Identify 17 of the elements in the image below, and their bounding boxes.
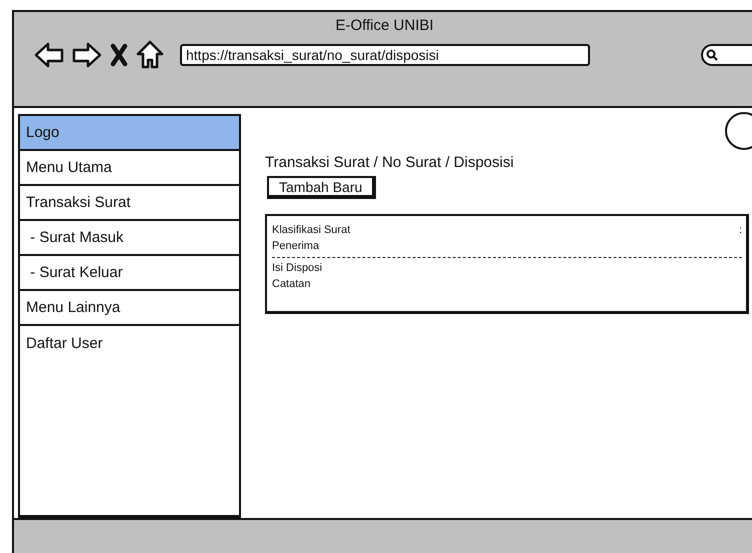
add-button[interactable]: Tambah Baru [267,176,376,199]
back-icon[interactable] [34,40,64,68]
field-label: Isi Disposi [272,262,322,274]
field-label: Klasifikasi Surat [272,224,350,236]
close-icon[interactable] [110,42,128,68]
window-title: E-Office UNIBI [335,17,434,34]
home-icon[interactable] [136,40,164,69]
field-label: Catatan [272,278,311,290]
field-label: Penerima [272,240,320,252]
search-icon [706,48,718,60]
forward-icon[interactable] [72,40,102,68]
address-bar[interactable]: https://transaksi_surat/no_surat/disposisi [180,44,590,66]
sidebar-item[interactable]: Logo [20,116,239,151]
avatar-icon[interactable] [725,112,752,150]
search-field[interactable] [701,44,752,66]
breadcrumb: Transaksi Surat / No Surat / Disposisi [265,154,515,171]
colon-separator: : [738,224,742,236]
